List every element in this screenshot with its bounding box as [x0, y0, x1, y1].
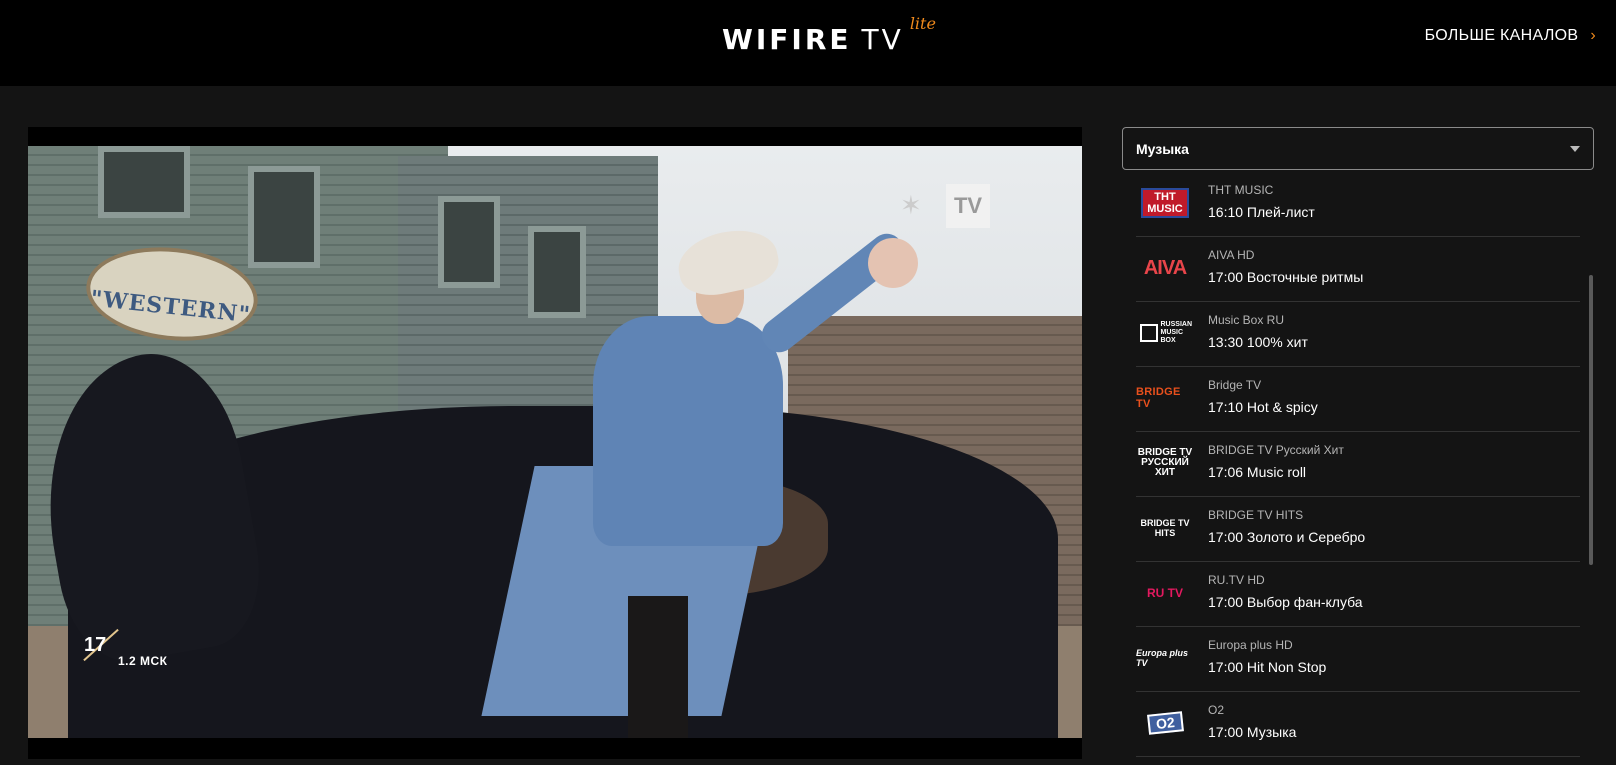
scene-cowboy-hat: [672, 222, 784, 302]
channel-program: 17:00 Выбор фан-клуба: [1208, 594, 1363, 610]
channel-item[interactable]: RU TV RU.TV HD 17:00 Выбор фан-клуба: [1136, 562, 1580, 627]
music-box-logo: RUSSIAN MUSIC BOX: [1139, 321, 1193, 345]
o2-logo-text: O2: [1146, 711, 1184, 735]
ru-tv-logo-icon: RU TV: [1136, 576, 1194, 610]
bridge-tv-hits-logo-icon: BRIDGE TV HITS: [1136, 511, 1194, 545]
ru-tv-logo: RU TV: [1147, 586, 1183, 600]
channel-program: 17:00 Восточные ритмы: [1208, 269, 1364, 285]
channel-program: 13:30 100% хит: [1208, 334, 1308, 350]
chevron-right-icon: ›: [1590, 27, 1596, 44]
tnt-music-logo-icon: ТНТ MUSIC: [1136, 186, 1194, 220]
channel-name: Bridge TV: [1208, 378, 1262, 392]
music-box-logo-text: RUSSIAN MUSIC BOX: [1160, 321, 1193, 344]
channel-item[interactable]: RUSSIAN MUSIC BOX Music Box RU 13:30 100…: [1136, 302, 1580, 367]
logo-wifire: WIFIRE: [722, 23, 852, 56]
channel-name: O2: [1208, 703, 1225, 717]
music-box-logo-icon: RUSSIAN MUSIC BOX: [1136, 316, 1194, 350]
channel-program: 17:06 Music roll: [1208, 464, 1307, 480]
category-select-value: Музыка: [1136, 141, 1189, 157]
europa-plus-logo-text: Europa plus TV: [1136, 648, 1189, 668]
bridge-tv-logo-text: BRIDGE TV: [1136, 386, 1181, 410]
video-frame[interactable]: "WESTERN" ✶ TV 17 1.2 МСК: [28, 146, 1082, 738]
logo-lite: lite: [909, 14, 936, 33]
bridge-tv-russkiy-hit-logo-text: BRIDGE TV РУССКИЙ ХИТ: [1137, 447, 1193, 478]
scene-rider-hand: [868, 238, 918, 288]
scene-rider-body: [593, 316, 783, 546]
aiva-logo-text: AIVA: [1143, 256, 1187, 279]
scene-window: [438, 196, 500, 288]
more-channels-label: БОЛЬШЕ КАНАЛОВ: [1424, 27, 1579, 44]
channel-program: 17:10 Hot & spicy: [1208, 399, 1318, 415]
channel-watermark-badge: TV: [946, 184, 990, 228]
channel-item[interactable]: BRIDGE TV Bridge TV 17:10 Hot & spicy: [1136, 367, 1580, 432]
o2-logo-icon: O2: [1136, 706, 1194, 740]
channel-program: 17:00 Музыка: [1208, 724, 1297, 740]
age-rating-sub: 1.2 МСК: [118, 654, 168, 668]
bridge-tv-logo-icon: BRIDGE TV: [1136, 381, 1194, 415]
channel-name: Europa plus HD: [1208, 638, 1293, 652]
tnt-music-logo-text: ТНТ MUSIC: [1141, 188, 1189, 218]
scene-window: [528, 226, 586, 318]
channel-program: 16:10 Плей-лист: [1208, 204, 1315, 220]
scene-window: [248, 166, 320, 268]
channel-name: RU.TV HD: [1208, 573, 1265, 587]
more-channels-link[interactable]: БОЛЬШЕ КАНАЛОВ ›: [1425, 24, 1596, 48]
channel-name: BRIDGE TV HITS: [1208, 508, 1304, 522]
channel-name: ТНТ MUSIC: [1208, 183, 1274, 197]
channel-program: 17:00 Золото и Серебро: [1208, 529, 1366, 545]
channel-watermark-icon: ✶: [900, 190, 922, 220]
caret-down-icon: [1570, 146, 1580, 152]
channel-name: BRIDGE TV Русский Хит: [1208, 443, 1344, 457]
channel-item[interactable]: BRIDGE TV РУССКИЙ ХИТ BRIDGE TV Русский …: [1136, 432, 1580, 497]
channel-program: 17:00 Hit Non Stop: [1208, 659, 1327, 675]
age-rating: 17: [84, 634, 107, 656]
channel-list[interactable]: ТНТ MUSIC ТНТ MUSIC 16:10 Плей-лист AIVA…: [1136, 172, 1580, 765]
logo-tv: TV: [861, 23, 904, 56]
bridge-tv-hits-logo-text: BRIDGE TV HITS: [1140, 518, 1190, 538]
bridge-tv-russkiy-hit-logo-icon: BRIDGE TV РУССКИЙ ХИТ: [1136, 446, 1194, 480]
channel-item[interactable]: AIVA AIVA HD 17:00 Восточные ритмы: [1136, 237, 1580, 302]
music-box-square-icon: [1139, 324, 1158, 342]
channel-item[interactable]: ТНТ MUSIC ТНТ MUSIC 16:10 Плей-лист: [1136, 172, 1580, 237]
channel-name: Music Box RU: [1208, 313, 1285, 327]
scene-window: [98, 146, 190, 218]
scene-boot: [628, 596, 688, 738]
channel-item[interactable]: BRIDGE TV HITS BRIDGE TV HITS 17:00 Золо…: [1136, 497, 1580, 562]
channel-item[interactable]: Europa plus TV Europa plus HD 17:00 Hit …: [1136, 627, 1580, 692]
aiva-logo-icon: AIVA: [1136, 251, 1194, 285]
video-player[interactable]: "WESTERN" ✶ TV 17 1.2 МСК: [28, 127, 1082, 759]
top-bar: WIFIRE TV lite БОЛЬШЕ КАНАЛОВ ›: [0, 0, 1616, 86]
channel-list-scrollbar[interactable]: [1589, 275, 1593, 565]
channel-name: AIVA HD: [1208, 248, 1255, 262]
channel-item[interactable]: O2 O2 17:00 Музыка: [1136, 692, 1580, 757]
logo-text: WIFIRE TV: [722, 23, 904, 57]
wifire-tv-logo[interactable]: WIFIRE TV lite: [722, 14, 936, 60]
europa-plus-logo-icon: Europa plus TV: [1136, 641, 1194, 675]
category-select[interactable]: Музыка: [1122, 127, 1594, 170]
